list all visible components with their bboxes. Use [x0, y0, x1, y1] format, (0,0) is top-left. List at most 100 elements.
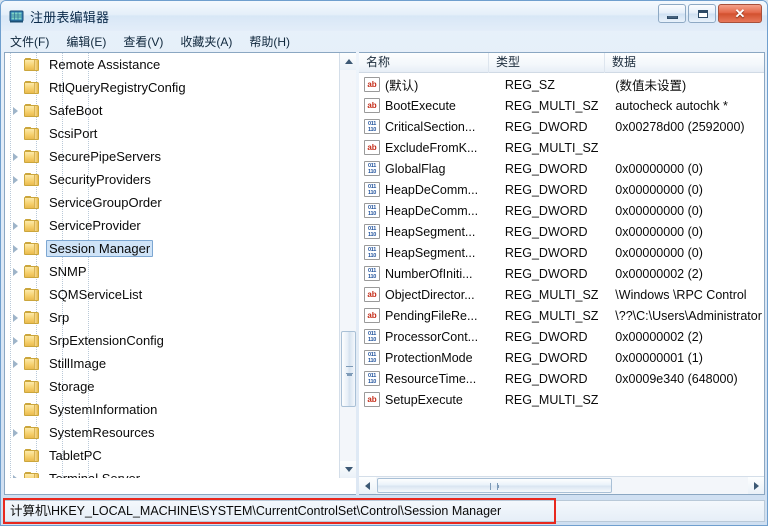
value-type: REG_DWORD — [504, 245, 588, 260]
scroll-right-button[interactable] — [748, 477, 764, 494]
tree-scroll-thumb[interactable] — [341, 331, 356, 407]
scroll-up-button[interactable] — [340, 53, 356, 70]
tree-item-sqmservicelist[interactable]: SQMServiceList — [5, 283, 339, 306]
tree-item-systeminformation[interactable]: SystemInformation — [5, 398, 339, 421]
tree-expander-icon[interactable] — [11, 99, 24, 122]
value-data: 0x00000000 (0) — [615, 182, 703, 197]
value-row[interactable]: 011 110 CriticalSection... REG_DWORD 0x00278… — [359, 116, 764, 137]
value-row[interactable]: 011 110 HeapDeComm... REG_DWORD 0x00000000 (… — [359, 200, 764, 221]
menu-item-file[interactable]: 文件(F) — [10, 31, 58, 52]
tree-item-label: ServiceProvider — [49, 218, 141, 233]
column-header-name[interactable]: 名称 — [359, 53, 489, 73]
value-row[interactable]: 011 110 ResourceTime... REG_DWORD 0x0009e340… — [359, 368, 764, 389]
value-row[interactable]: 011 110 HeapSegment... REG_DWORD 0x00000000 … — [359, 221, 764, 242]
tree-item-systemresources[interactable]: SystemResources — [5, 421, 339, 444]
window-controls: ✕ — [658, 4, 762, 23]
value-type: REG_DWORD — [504, 350, 588, 365]
column-header-data[interactable]: 数据 — [605, 53, 764, 73]
tree-item-securepipeservers[interactable]: SecurePipeServers — [5, 145, 339, 168]
value-row[interactable]: ab PendingFileRe... REG_MULTI_SZ \??\C:\Use… — [359, 305, 764, 326]
tree-item-label: Srp — [49, 310, 70, 325]
value-name: HeapDeComm... — [385, 182, 479, 197]
tree-expander-icon[interactable] — [11, 168, 24, 191]
column-header-type[interactable]: 类型 — [489, 53, 605, 73]
tree-expander-icon[interactable] — [11, 352, 24, 375]
value-row[interactable]: 011 110 GlobalFlag REG_DWORD 0x00000000 (0) — [359, 158, 764, 179]
tree-item-rtlqueryregistryconfig[interactable]: RtlQueryRegistryConfig — [5, 76, 339, 99]
folder-icon — [24, 448, 41, 463]
tree-item-remote-assistance[interactable]: Remote Assistance — [5, 53, 339, 76]
scroll-down-button[interactable] — [340, 461, 356, 478]
value-name: ProtectionMode — [385, 350, 473, 365]
values-list[interactable]: ab (默认) REG_SZ (数值未设置) ab BootExecute REG_MULT… — [359, 74, 764, 478]
value-data: 0x00000002 (2) — [615, 266, 703, 281]
menu-item-favorites[interactable]: 收藏夹(A) — [180, 31, 241, 52]
tree-item-label: Remote Assistance — [49, 57, 161, 72]
folder-icon — [24, 264, 41, 279]
value-row[interactable]: ab SetupExecute REG_MULTI_SZ — [359, 389, 764, 410]
value-row[interactable]: ab ExcludeFromK... REG_MULTI_SZ — [359, 137, 764, 158]
menu-item-edit[interactable]: 编辑(E) — [66, 31, 115, 52]
value-row[interactable]: ab (默认) REG_SZ (数值未设置) — [359, 74, 764, 95]
values-horizontal-scrollbar[interactable] — [359, 476, 764, 494]
folder-icon — [24, 471, 41, 478]
close-button[interactable]: ✕ — [718, 4, 762, 23]
value-name: HeapSegment... — [385, 224, 476, 239]
tree-item-srp[interactable]: Srp — [5, 306, 339, 329]
folder-icon — [24, 126, 41, 141]
tree-item-servicegrouporder[interactable]: ServiceGroupOrder — [5, 191, 339, 214]
value-row[interactable]: 011 110 ProcessorCont... REG_DWORD 0x0000000… — [359, 326, 764, 347]
tree-item-stillimage[interactable]: StillImage — [5, 352, 339, 375]
tree-expander-icon[interactable] — [11, 260, 24, 283]
tree-expander-spacer — [11, 53, 24, 76]
tree-item-label: SecurityProviders — [49, 172, 151, 187]
tree-expander-icon[interactable] — [11, 237, 24, 260]
value-name: GlobalFlag — [385, 161, 446, 176]
tree-expander-icon[interactable] — [11, 145, 24, 168]
tree-item-label: RtlQueryRegistryConfig — [49, 80, 186, 95]
tree-vertical-scrollbar[interactable] — [339, 53, 356, 478]
tree-expander-icon[interactable] — [11, 467, 24, 478]
value-row[interactable]: 011 110 ProtectionMode REG_DWORD 0x00000001 … — [359, 347, 764, 368]
value-row[interactable]: ab BootExecute REG_MULTI_SZ autocheck autoc… — [359, 95, 764, 116]
tree-item-safeboot[interactable]: SafeBoot — [5, 99, 339, 122]
tree-expander-icon[interactable] — [11, 329, 24, 352]
tree-item-tabletpc[interactable]: TabletPC — [5, 444, 339, 467]
minimize-button[interactable] — [658, 4, 686, 23]
value-row[interactable]: 011 110 HeapSegment... REG_DWORD 0x00000000 … — [359, 242, 764, 263]
value-name: ResourceTime... — [385, 371, 477, 386]
string-value-icon: ab — [364, 140, 380, 155]
chevron-right-icon — [754, 482, 759, 490]
maximize-button[interactable] — [688, 4, 716, 23]
title-bar: 注册表编辑器 ✕ — [1, 1, 767, 31]
tree-expander-icon[interactable] — [11, 421, 24, 444]
menu-item-help[interactable]: 帮助(H) — [249, 31, 299, 52]
status-bar: 计算机\HKEY_LOCAL_MACHINE\SYSTEM\CurrentCon… — [4, 500, 765, 522]
values-scroll-thumb[interactable] — [377, 478, 612, 493]
value-row[interactable]: 011 110 NumberOfIniti... REG_DWORD 0x0000000… — [359, 263, 764, 284]
value-row[interactable]: ab ObjectDirector... REG_MULTI_SZ \Windows … — [359, 284, 764, 305]
scroll-left-button[interactable] — [359, 477, 376, 494]
value-row[interactable]: 011 110 HeapDeComm... REG_DWORD 0x00000000 (… — [359, 179, 764, 200]
tree-item-serviceprovider[interactable]: ServiceProvider — [5, 214, 339, 237]
tree-expander-icon[interactable] — [11, 306, 24, 329]
folder-icon — [24, 356, 41, 371]
tree-item-srpextensionconfig[interactable]: SrpExtensionConfig — [5, 329, 339, 352]
value-name: HeapSegment... — [385, 245, 476, 260]
tree-item-scsiport[interactable]: ScsiPort — [5, 122, 339, 145]
value-data: \??\C:\Users\Administrator — [615, 308, 762, 323]
tree-item-securityproviders[interactable]: SecurityProviders — [5, 168, 339, 191]
menu-item-view[interactable]: 查看(V) — [123, 31, 172, 52]
tree-expander-icon[interactable] — [11, 214, 24, 237]
tree-item-label: Session Manager — [46, 240, 154, 257]
folder-icon — [24, 195, 41, 210]
value-type: REG_MULTI_SZ — [504, 392, 599, 407]
tree-item-terminal-server[interactable]: Terminal Server — [5, 467, 339, 478]
tree-item-session-manager[interactable]: Session Manager — [5, 237, 339, 260]
value-name: (默认) — [385, 79, 419, 93]
content-panes: Remote Assistance RtlQueryRegistryConfig S… — [4, 52, 765, 495]
tree-item-snmp[interactable]: SNMP — [5, 260, 339, 283]
registry-tree[interactable]: Remote Assistance RtlQueryRegistryConfig S… — [5, 53, 339, 478]
tree-item-storage[interactable]: Storage — [5, 375, 339, 398]
registry-values-pane: 名称 类型 数据 ab (默认) REG_SZ (数值未设置) ab BootExecut… — [359, 52, 765, 495]
